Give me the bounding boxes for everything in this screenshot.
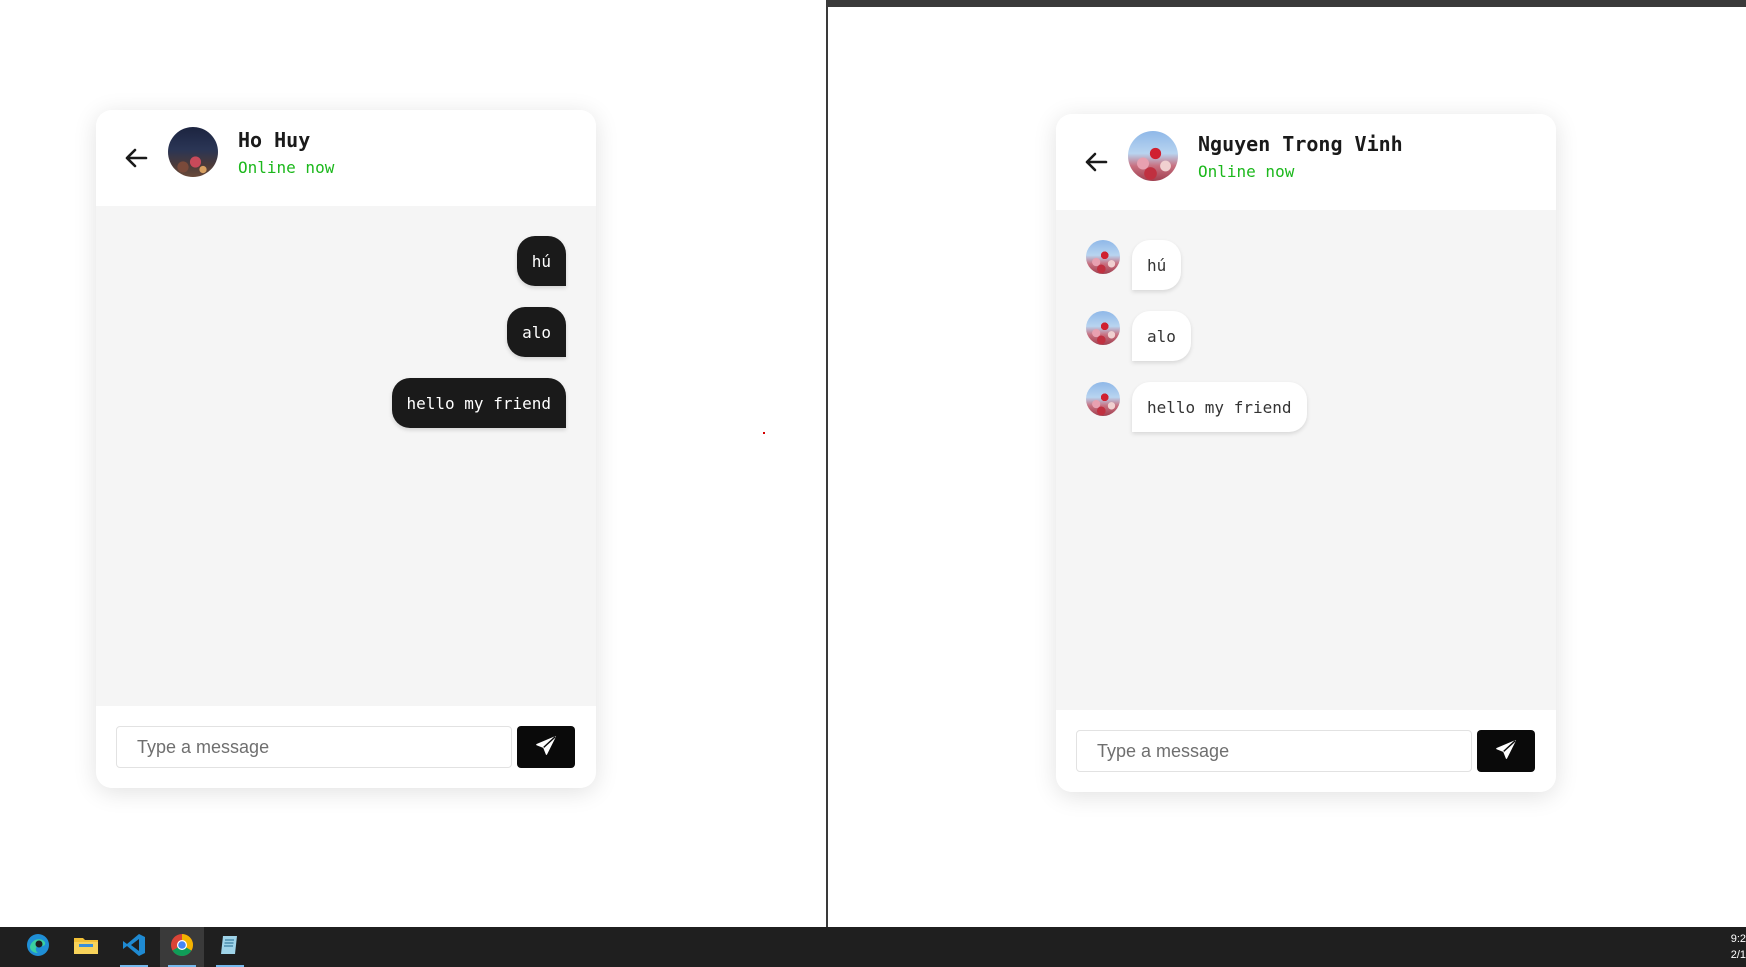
folder-icon (73, 934, 99, 960)
sender-avatar (1086, 311, 1120, 345)
contact-name: Ho Huy (238, 128, 311, 152)
edge-icon (25, 932, 51, 962)
taskbar-notepad[interactable] (208, 927, 252, 967)
incoming-message: alo (1132, 311, 1191, 361)
sender-avatar (1086, 240, 1120, 274)
windows-taskbar: 9:2 2/1 (0, 927, 1746, 967)
message-input[interactable] (116, 726, 512, 768)
chat-header: Ho Huy Online now (96, 110, 596, 206)
online-status: Online now (1198, 162, 1295, 181)
message-list: hú alo hello my friend (1056, 210, 1556, 710)
sender-avatar (1086, 382, 1120, 416)
back-arrow-icon[interactable] (120, 142, 152, 174)
left-browser-window: Ho Huy Online now hú alo hello my friend (0, 0, 826, 927)
outgoing-message: hello my friend (391, 378, 566, 428)
back-arrow-icon[interactable] (1080, 146, 1112, 178)
chat-window: Nguyen Trong Vinh Online now hú alo hell… (1056, 114, 1556, 792)
message-input[interactable] (1076, 730, 1472, 772)
taskbar-vscode[interactable] (112, 927, 156, 967)
right-browser-window: Nguyen Trong Vinh Online now hú alo hell… (826, 0, 1746, 927)
send-button[interactable] (517, 726, 575, 768)
incoming-message: hú (1132, 240, 1182, 290)
incoming-message: hello my friend (1132, 382, 1307, 432)
clock-time: 9:2 (1730, 933, 1746, 945)
taskbar-edge[interactable] (16, 927, 60, 967)
chat-header: Nguyen Trong Vinh Online now (1056, 114, 1556, 210)
vscode-icon (121, 932, 147, 962)
system-clock[interactable]: 9:2 2/1 (1726, 931, 1746, 963)
online-status: Online now (238, 158, 335, 177)
outgoing-message: alo (507, 307, 566, 357)
chrome-icon (169, 932, 195, 962)
contact-avatar (168, 127, 218, 177)
message-composer (96, 706, 596, 788)
message-composer (1056, 710, 1556, 792)
stray-pixel (763, 432, 765, 434)
contact-name: Nguyen Trong Vinh (1198, 132, 1403, 156)
message-list: hú alo hello my friend (96, 206, 596, 706)
notepad-icon (218, 933, 242, 961)
outgoing-message: hú (516, 236, 566, 286)
paper-plane-icon (1495, 739, 1517, 764)
contact-avatar (1128, 131, 1178, 181)
clock-date: 2/1 (1730, 949, 1746, 961)
paper-plane-icon (535, 735, 557, 760)
taskbar-chrome[interactable] (160, 927, 204, 967)
send-button[interactable] (1477, 730, 1535, 772)
taskbar-file-explorer[interactable] (64, 927, 108, 967)
chat-window: Ho Huy Online now hú alo hello my friend (96, 110, 596, 788)
window-top-bar (828, 0, 1746, 7)
